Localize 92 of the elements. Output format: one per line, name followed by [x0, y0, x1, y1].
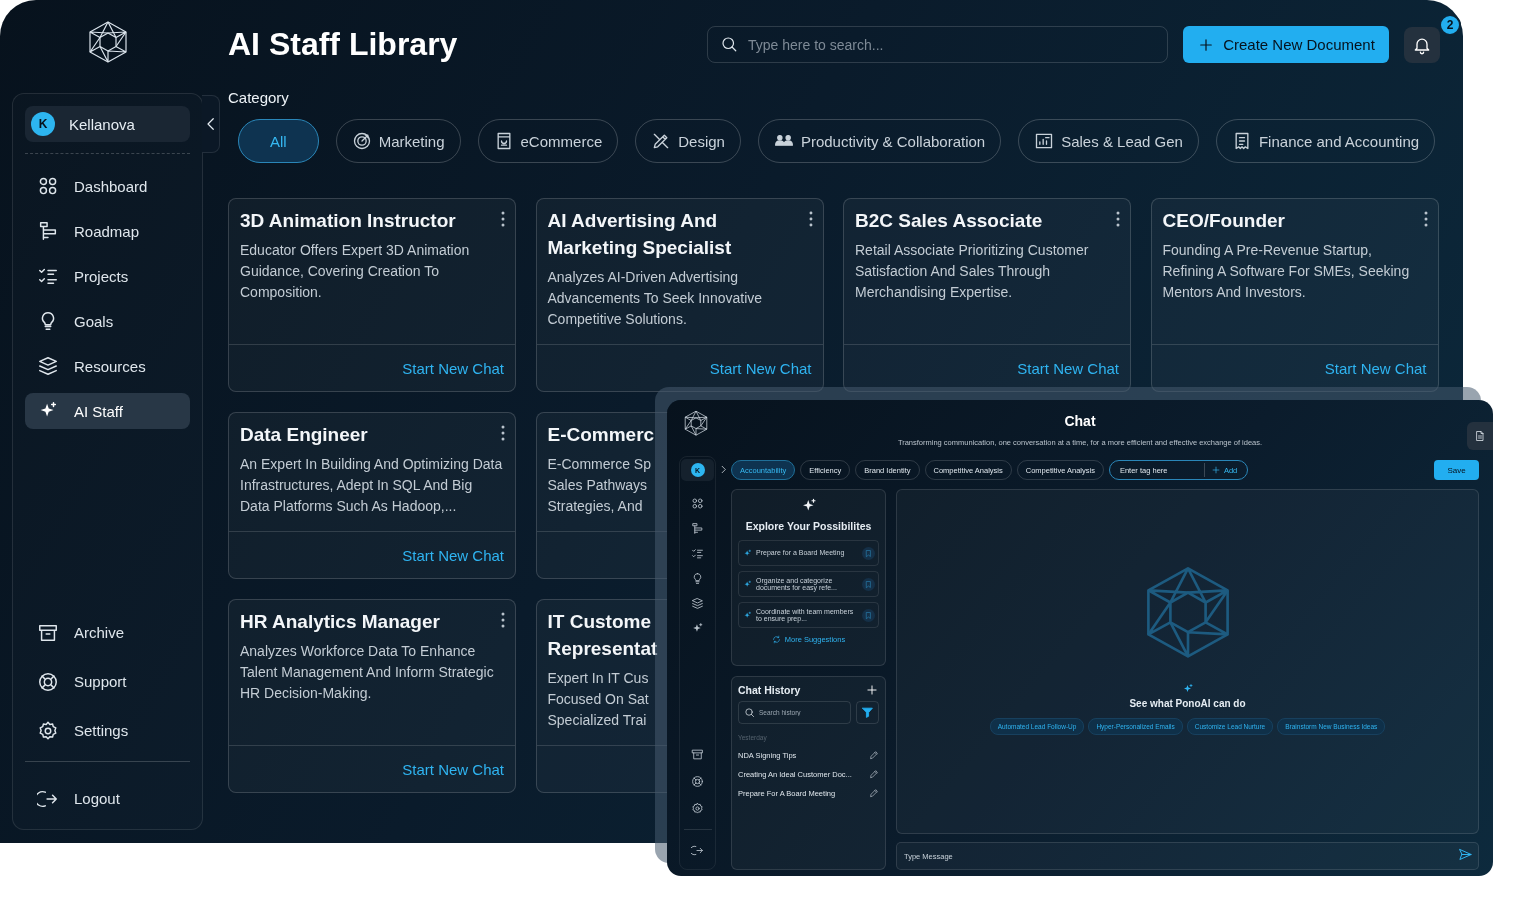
- start-chat-link[interactable]: Start New Chat: [1324, 359, 1427, 377]
- chat-title: Chat: [1063, 413, 1097, 429]
- start-chat-link[interactable]: Start New Chat: [402, 760, 504, 778]
- card-title: Data Engineer: [240, 423, 368, 447]
- prompt-heading: See what PonoAI can do: [1129, 697, 1246, 709]
- card-title: 3D Animation Instructor: [240, 209, 456, 233]
- checklist-icon: [691, 547, 704, 560]
- account-switcher[interactable]: K Kellanova: [25, 106, 190, 142]
- notification-badge: 2: [1439, 13, 1461, 36]
- avatar: K: [31, 112, 55, 136]
- start-chat-link[interactable]: Start New Chat: [402, 359, 504, 377]
- refresh-icon: [771, 635, 781, 644]
- document-button[interactable]: [1467, 422, 1493, 450]
- archive-icon: [691, 748, 704, 761]
- notifications-button[interactable]: [1404, 26, 1440, 63]
- roadmap-icon: [37, 220, 59, 242]
- nav-item[interactable]: Roadmap: [25, 213, 190, 249]
- send-button[interactable]: [1458, 847, 1473, 862]
- lifebuoy-icon: [37, 670, 59, 693]
- card-description: Analyzes Workforce Data To Enhance Talent Management And Inform Strategic HR Decision-Making.: [240, 642, 495, 703]
- search-icon: [744, 707, 755, 718]
- card-title: E-Commerc: [547, 423, 655, 447]
- layers-icon: [691, 597, 704, 610]
- category-tab[interactable]: All: [238, 119, 319, 163]
- more-options-icon[interactable]: [1116, 211, 1120, 227]
- collapse-button[interactable]: [202, 95, 220, 153]
- start-chat-link[interactable]: Start New Chat: [402, 546, 504, 564]
- plus-icon: [865, 683, 879, 697]
- more-options-icon[interactable]: [501, 612, 505, 628]
- grid-icon: [37, 175, 59, 197]
- more-options-icon[interactable]: [1423, 211, 1428, 227]
- settings-icon: [37, 719, 59, 742]
- nav-item[interactable]: Settings: [25, 712, 190, 749]
- panel-title: Chat History: [738, 684, 801, 696]
- card-title: IT Custome Representat: [547, 610, 658, 661]
- grid-icon: [691, 497, 704, 510]
- pencil-icon: [869, 750, 879, 760]
- send-icon: [1458, 847, 1473, 862]
- card-title: B2C Sales Associate: [855, 209, 1043, 233]
- sparkle-icon: [743, 548, 752, 558]
- sparkle-icon: [1181, 682, 1194, 695]
- start-chat-link[interactable]: Start New Chat: [709, 359, 812, 377]
- filter-icon: [861, 706, 874, 719]
- chart-icon: [1034, 131, 1055, 151]
- more-options-icon[interactable]: [501, 425, 505, 441]
- sparkle-icon: [743, 579, 752, 589]
- section-label: Category: [228, 89, 290, 106]
- filter-button[interactable]: [856, 701, 879, 724]
- account-name: Kellanova: [69, 115, 135, 133]
- nav-item[interactable]: Dashboard: [25, 168, 190, 204]
- plus-icon: [1210, 465, 1221, 475]
- page-title: AI Staff Library: [228, 26, 458, 63]
- card-title: CEO/Founder: [1162, 209, 1285, 233]
- nav-item[interactable]: Support: [25, 663, 190, 700]
- nav-item[interactable]: AI Staff: [25, 393, 190, 429]
- card-description: E-Commerce Sp Sales Pathways Strategies, And: [547, 455, 651, 516]
- pencil-icon: [869, 788, 879, 798]
- nav-item[interactable]: Goals: [25, 303, 190, 339]
- nav-item[interactable]: Resources: [25, 348, 190, 384]
- card-title: HR Analytics Manager: [240, 610, 440, 634]
- hexagon-logo: [88, 20, 128, 64]
- more-options-icon[interactable]: [808, 211, 813, 227]
- nav-item[interactable]: Projects: [25, 258, 190, 294]
- bookmark-icon: [864, 610, 873, 620]
- sparkle-icon: [743, 610, 752, 620]
- bookmark-icon: [864, 579, 873, 589]
- card-description: Expert In IT Cus Focused On Sat Specialized Trai: [547, 669, 649, 730]
- roadmap-icon: [691, 522, 704, 535]
- search-icon: [720, 35, 738, 53]
- card-description: Educator Offers Expert 3D Animation Guidance, Covering Creation To Composition.: [240, 241, 471, 302]
- layers-icon: [37, 355, 59, 377]
- logout-icon: [691, 844, 704, 857]
- settings-icon: [691, 802, 704, 815]
- document-icon: [1474, 430, 1486, 442]
- bulb-icon: [691, 572, 704, 585]
- create-document-button[interactable]: Create New Document: [1183, 26, 1389, 63]
- card-description: Analyzes AI-Driven Advertising Advancements To Seek Innovative Competitive Solutions.: [547, 268, 764, 329]
- card-title: AI Advertising And Marketing Specialist: [547, 209, 733, 260]
- card-description: Retail Associate Prioritizing Customer Satisfaction And Sales Through Merchandising Expertise.: [855, 241, 1090, 302]
- target-icon: [351, 131, 372, 151]
- logout-item[interactable]: Logout: [25, 780, 190, 817]
- card-description: An Expert In Building And Optimizing Data Infrastructures, Adept In SQL And Big Data Platforms Such As Hadoop,...: [240, 455, 504, 516]
- card-title: Explore Your Possibilites: [745, 520, 872, 532]
- card-description: Founding A Pre-Revenue Startup, Refining A Software For SMEs, Seeking Mentors And Investors.: [1162, 241, 1411, 302]
- save-button[interactable]: Save: [1434, 460, 1479, 480]
- pencil-icon: [869, 769, 879, 779]
- hexagon-logo: [684, 410, 708, 437]
- bookmark-icon: [864, 548, 873, 558]
- nav-item[interactable]: Archive: [25, 614, 190, 651]
- lifebuoy-icon: [691, 775, 704, 788]
- start-chat-link[interactable]: Start New Chat: [1017, 359, 1119, 377]
- more-options-icon[interactable]: [501, 211, 505, 227]
